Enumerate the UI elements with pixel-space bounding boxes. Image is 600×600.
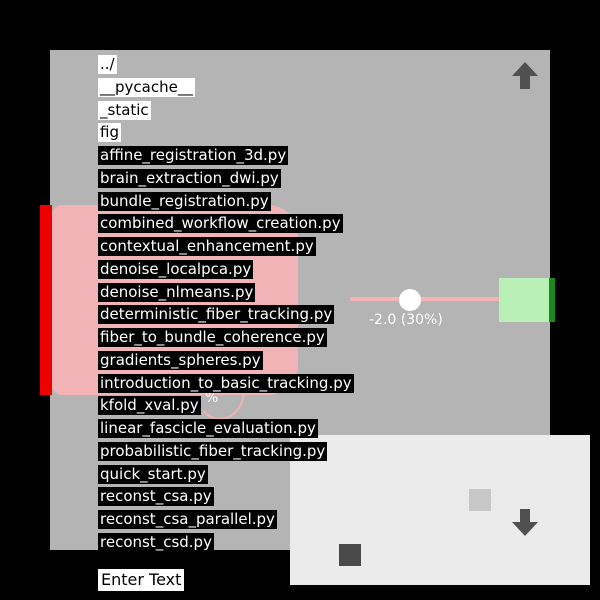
list-item[interactable]: brain_extraction_dwi.py [98,167,354,190]
list-item[interactable]: probabilistic_fiber_tracking.py [98,440,354,463]
list-item[interactable]: _static [98,99,354,122]
file-label: gradients_spheres.py [98,350,263,370]
list-item[interactable]: linear_fascicle_evaluation.py [98,417,354,440]
file-label: reconst_csd.py [98,532,214,552]
file-label: brain_extraction_dwi.py [98,168,281,188]
list-item[interactable]: denoise_nlmeans.py [98,281,354,304]
file-label: denoise_localpca.py [98,259,254,279]
list-item[interactable]: gradients_spheres.py [98,349,354,372]
list-item[interactable]: kfold_xval.py [98,394,354,417]
file-label: reconst_csa.py [98,487,214,507]
list-item[interactable]: denoise_localpca.py [98,258,354,281]
list-item[interactable]: bundle_registration.py [98,190,354,213]
file-label: linear_fascicle_evaluation.py [98,419,318,438]
list-item[interactable]: fig [98,121,354,144]
directory-label: fig [98,123,121,143]
list-item[interactable]: reconst_csa_parallel.py [98,508,354,531]
list-item[interactable]: deterministic_fiber_tracking.py [98,303,354,326]
file-label: contextual_enhancement.py [98,237,316,256]
file-label: bundle_registration.py [98,191,271,211]
file-label: introduction_to_basic_tracking.py [98,373,354,393]
green-square-button[interactable] [499,278,549,322]
file-label: combined_workflow_creation.py [98,214,343,234]
slider-value-label: -2.0 (30%) [369,312,443,328]
red-rectangle-bar[interactable] [40,205,52,395]
file-label: kfold_xval.py [98,396,201,416]
file-label: probabilistic_fiber_tracking.py [98,441,328,461]
arrow-up-icon[interactable] [510,60,540,90]
list-item[interactable]: __pycache__ [98,76,354,99]
file-label: reconst_csa_parallel.py [98,510,277,529]
file-label: fiber_to_bundle_coherence.py [98,328,327,347]
list-item[interactable]: affine_registration_3d.py [98,144,354,167]
list-item[interactable]: fiber_to_bundle_coherence.py [98,326,354,349]
text-input[interactable]: Enter Text [98,569,185,591]
line-slider-handle[interactable] [399,289,421,311]
file-label: deterministic_fiber_tracking.py [98,305,335,325]
list-item[interactable]: combined_workflow_creation.py [98,212,354,235]
green-edge-bar [549,278,555,322]
list-item[interactable]: quick_start.py [98,463,354,486]
directory-label: __pycache__ [98,77,195,97]
list-item[interactable]: reconst_csa.py [98,485,354,508]
directory-label: _static [98,100,151,120]
file-list: ../ __pycache__ _staticfig affine_registrat… [98,53,354,554]
directory-label: ../ [98,55,117,74]
grey-square-handle[interactable] [469,489,491,511]
file-label: quick_start.py [98,464,208,484]
list-item[interactable]: reconst_csd.py [98,531,354,554]
file-label: denoise_nlmeans.py [98,282,256,302]
list-item[interactable]: ../ [98,53,354,76]
file-label: affine_registration_3d.py [98,146,289,165]
list-item[interactable]: contextual_enhancement.py [98,235,354,258]
arrow-down-icon[interactable] [510,508,540,538]
list-item[interactable]: introduction_to_basic_tracking.py [98,372,354,395]
